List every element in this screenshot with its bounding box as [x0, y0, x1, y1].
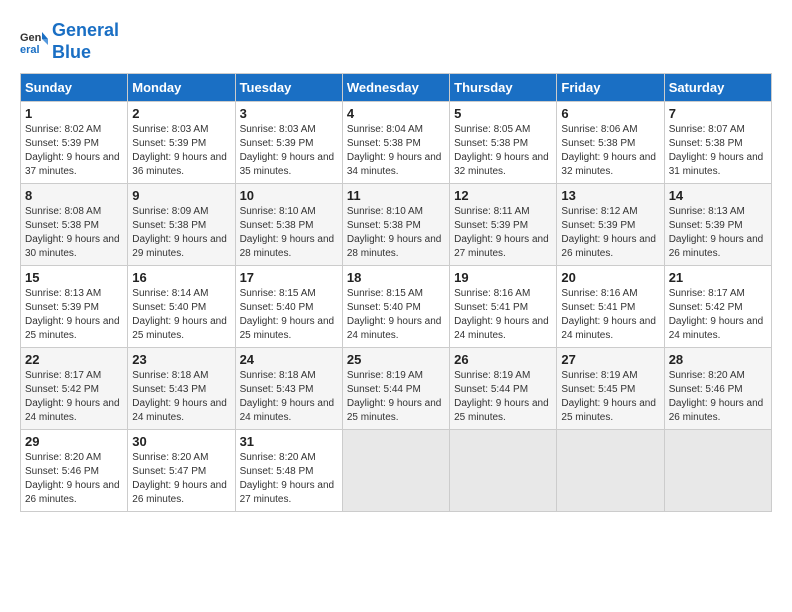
calendar-cell-1: 1Sunrise: 8:02 AMSunset: 5:39 PMDaylight… [21, 102, 128, 184]
logo-icon: Gen eral [20, 27, 50, 57]
calendar-cell-26: 26Sunrise: 8:19 AMSunset: 5:44 PMDayligh… [450, 348, 557, 430]
calendar-cell-27: 27Sunrise: 8:19 AMSunset: 5:45 PMDayligh… [557, 348, 664, 430]
calendar-cell-10: 10Sunrise: 8:10 AMSunset: 5:38 PMDayligh… [235, 184, 342, 266]
calendar-cell-12: 12Sunrise: 8:11 AMSunset: 5:39 PMDayligh… [450, 184, 557, 266]
calendar-cell-21: 21Sunrise: 8:17 AMSunset: 5:42 PMDayligh… [664, 266, 771, 348]
page-header: Gen eral GeneralBlue [20, 20, 772, 63]
calendar-cell-25: 25Sunrise: 8:19 AMSunset: 5:44 PMDayligh… [342, 348, 449, 430]
weekday-header-thursday: Thursday [450, 74, 557, 102]
logo-text: GeneralBlue [52, 20, 119, 63]
weekday-header-saturday: Saturday [664, 74, 771, 102]
calendar-cell-empty [450, 430, 557, 512]
calendar-cell-empty [557, 430, 664, 512]
calendar-cell-16: 16Sunrise: 8:14 AMSunset: 5:40 PMDayligh… [128, 266, 235, 348]
calendar-cell-17: 17Sunrise: 8:15 AMSunset: 5:40 PMDayligh… [235, 266, 342, 348]
calendar-cell-22: 22Sunrise: 8:17 AMSunset: 5:42 PMDayligh… [21, 348, 128, 430]
calendar-cell-empty [664, 430, 771, 512]
weekday-header-monday: Monday [128, 74, 235, 102]
logo: Gen eral GeneralBlue [20, 20, 119, 63]
weekday-header-friday: Friday [557, 74, 664, 102]
calendar-cell-empty [342, 430, 449, 512]
calendar-cell-13: 13Sunrise: 8:12 AMSunset: 5:39 PMDayligh… [557, 184, 664, 266]
weekday-header-tuesday: Tuesday [235, 74, 342, 102]
calendar-cell-7: 7Sunrise: 8:07 AMSunset: 5:38 PMDaylight… [664, 102, 771, 184]
calendar-cell-19: 19Sunrise: 8:16 AMSunset: 5:41 PMDayligh… [450, 266, 557, 348]
calendar-cell-5: 5Sunrise: 8:05 AMSunset: 5:38 PMDaylight… [450, 102, 557, 184]
calendar-cell-9: 9Sunrise: 8:09 AMSunset: 5:38 PMDaylight… [128, 184, 235, 266]
calendar-cell-2: 2Sunrise: 8:03 AMSunset: 5:39 PMDaylight… [128, 102, 235, 184]
calendar-cell-6: 6Sunrise: 8:06 AMSunset: 5:38 PMDaylight… [557, 102, 664, 184]
calendar-cell-11: 11Sunrise: 8:10 AMSunset: 5:38 PMDayligh… [342, 184, 449, 266]
calendar-cell-4: 4Sunrise: 8:04 AMSunset: 5:38 PMDaylight… [342, 102, 449, 184]
calendar-cell-20: 20Sunrise: 8:16 AMSunset: 5:41 PMDayligh… [557, 266, 664, 348]
calendar-cell-28: 28Sunrise: 8:20 AMSunset: 5:46 PMDayligh… [664, 348, 771, 430]
calendar-table: SundayMondayTuesdayWednesdayThursdayFrid… [20, 73, 772, 512]
calendar-cell-23: 23Sunrise: 8:18 AMSunset: 5:43 PMDayligh… [128, 348, 235, 430]
calendar-cell-24: 24Sunrise: 8:18 AMSunset: 5:43 PMDayligh… [235, 348, 342, 430]
calendar-cell-15: 15Sunrise: 8:13 AMSunset: 5:39 PMDayligh… [21, 266, 128, 348]
calendar-cell-3: 3Sunrise: 8:03 AMSunset: 5:39 PMDaylight… [235, 102, 342, 184]
calendar-cell-8: 8Sunrise: 8:08 AMSunset: 5:38 PMDaylight… [21, 184, 128, 266]
calendar-cell-31: 31Sunrise: 8:20 AMSunset: 5:48 PMDayligh… [235, 430, 342, 512]
calendar-cell-18: 18Sunrise: 8:15 AMSunset: 5:40 PMDayligh… [342, 266, 449, 348]
svg-text:eral: eral [20, 44, 40, 56]
svg-text:Gen: Gen [20, 32, 42, 44]
weekday-header-wednesday: Wednesday [342, 74, 449, 102]
calendar-cell-30: 30Sunrise: 8:20 AMSunset: 5:47 PMDayligh… [128, 430, 235, 512]
calendar-cell-14: 14Sunrise: 8:13 AMSunset: 5:39 PMDayligh… [664, 184, 771, 266]
weekday-header-sunday: Sunday [21, 74, 128, 102]
calendar-cell-29: 29Sunrise: 8:20 AMSunset: 5:46 PMDayligh… [21, 430, 128, 512]
